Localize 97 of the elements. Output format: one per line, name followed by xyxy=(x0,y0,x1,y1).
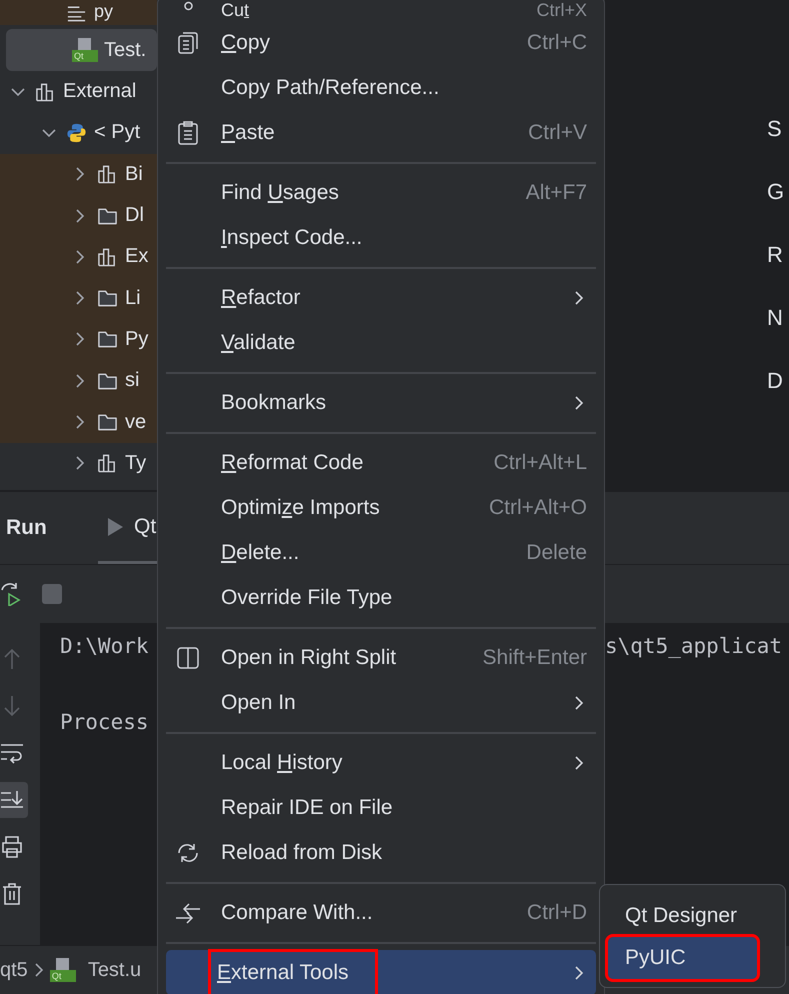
tree-label: Ex xyxy=(125,245,148,268)
shortcut-text: Ctrl+Alt+O xyxy=(488,496,587,520)
tree-item[interactable]: Qt Test. xyxy=(6,29,157,71)
rerun-icon[interactable] xyxy=(0,582,22,606)
tree-item[interactable]: < Pyt xyxy=(0,112,157,154)
menu-item[interactable]: Copy Ctrl+C xyxy=(166,20,596,65)
menu-item[interactable]: Qt Designer xyxy=(608,895,777,937)
copy-icon xyxy=(176,30,198,54)
chevron-right-icon[interactable] xyxy=(74,332,84,346)
chevron-right-icon[interactable] xyxy=(74,208,84,223)
folder-icon xyxy=(97,329,118,350)
tree-label: Li xyxy=(125,286,141,310)
menu-item[interactable]: Bookmarks xyxy=(166,380,596,425)
shortcut-text: Ctrl+C xyxy=(526,30,587,54)
chevron-down-icon[interactable] xyxy=(10,86,24,97)
library-icon xyxy=(97,453,118,474)
tree-item[interactable]: si xyxy=(0,360,157,402)
menu-item[interactable]: Open in Right Split Shift+Enter xyxy=(166,635,596,680)
menu-item[interactable]: Copy Path/Reference... xyxy=(166,65,596,110)
tree-label: ve xyxy=(125,410,146,434)
menu-item[interactable]: Open In xyxy=(166,680,596,725)
tree-label: si xyxy=(125,369,140,392)
menu-item[interactable]: Repair IDE on File xyxy=(166,785,596,830)
tree-label: External xyxy=(63,80,136,104)
shortcut-text: Ctrl+Alt+L xyxy=(494,450,587,474)
shortcut-text: Ctrl+V xyxy=(528,120,587,144)
tree-item[interactable]: Bi xyxy=(0,154,157,195)
print-icon xyxy=(0,835,24,859)
chevron-right-icon[interactable] xyxy=(74,456,84,470)
folder-icon xyxy=(97,412,118,432)
chevron-right-icon[interactable] xyxy=(74,415,84,430)
code-text: S xyxy=(767,116,783,141)
chevron-right-icon[interactable] xyxy=(74,250,84,264)
menu-item[interactable]: Delete... Delete xyxy=(166,530,596,575)
tree-label: Dl xyxy=(125,204,144,228)
menu-item[interactable]: External Tools xyxy=(166,950,596,994)
trash-icon xyxy=(0,882,24,906)
chevron-right-icon[interactable] xyxy=(74,291,84,306)
breadcrumb[interactable]: Test.u xyxy=(88,958,142,982)
shortcut-text: Shift+Enter xyxy=(482,646,587,670)
shortcut-text: Ctrl+X xyxy=(536,1,587,20)
tree-item[interactable]: Ty xyxy=(0,442,157,484)
panel-title: Run xyxy=(6,516,48,540)
shortcut-text: Ctrl+D xyxy=(526,900,587,924)
folder-icon xyxy=(97,206,118,226)
library-icon xyxy=(97,164,118,184)
tree-item[interactable]: Dl xyxy=(0,194,157,236)
tree-label: Test. xyxy=(104,38,146,62)
menu-item[interactable]: Cut Ctrl+X xyxy=(166,1,596,20)
chevron-right-icon xyxy=(34,962,44,978)
chevron-down-icon[interactable] xyxy=(42,128,56,138)
menu-item[interactable]: Reformat Code Ctrl+Alt+L xyxy=(166,440,596,485)
compare-arrows-icon xyxy=(174,900,200,924)
menu-item[interactable]: Reload from Disk xyxy=(166,830,596,875)
folder-icon xyxy=(97,288,118,308)
tree-item[interactable]: External xyxy=(0,71,157,112)
menu-item[interactable]: Compare With... Ctrl+D xyxy=(166,890,596,935)
tree-item[interactable]: Ex xyxy=(0,236,157,278)
console-text: Process xyxy=(60,710,150,734)
split-view-icon xyxy=(176,646,198,668)
menu-item[interactable]: Local History xyxy=(166,740,596,785)
tree-label: Py xyxy=(125,328,148,351)
shortcut-text: Alt+F7 xyxy=(526,180,587,204)
library-icon xyxy=(35,82,56,102)
code-text: G xyxy=(767,179,786,204)
play-icon xyxy=(106,516,124,536)
code-text: R xyxy=(767,242,784,267)
wrap-icon xyxy=(0,741,24,765)
tree-item[interactable]: ve xyxy=(0,401,157,443)
chevron-right-icon[interactable] xyxy=(74,374,84,388)
library-icon xyxy=(97,246,118,267)
tree-label: py xyxy=(94,0,114,22)
tree-item[interactable]: Li xyxy=(0,277,157,319)
menu-item[interactable]: Validate xyxy=(166,320,596,365)
console-text: s\qt5_applicat xyxy=(605,634,784,658)
menu-item[interactable]: Optimize Imports Ctrl+Alt+O xyxy=(166,485,596,530)
breadcrumb[interactable]: qt5 xyxy=(0,958,28,982)
tree-label: Ty xyxy=(125,452,146,475)
menu-item[interactable]: Paste Ctrl+V xyxy=(166,110,596,155)
clipboard-icon xyxy=(176,120,198,146)
tree-label: Bi xyxy=(125,162,143,186)
tree-label: < Pyt xyxy=(94,121,140,144)
console-text: D:\Work xyxy=(60,634,150,658)
tree-item[interactable]: Py xyxy=(0,318,157,360)
chevron-right-icon[interactable] xyxy=(74,167,84,182)
menu-item[interactable]: Find Usages Alt+F7 xyxy=(166,170,596,215)
shortcut-text: Delete xyxy=(526,540,587,564)
menu-item[interactable]: Inspect Code... xyxy=(166,215,596,260)
scroll-end-tool-button[interactable] xyxy=(0,782,28,818)
folder-icon xyxy=(97,370,118,391)
menu-item[interactable]: PyUIC xyxy=(608,937,757,979)
tree-item[interactable]: py xyxy=(0,0,157,25)
menu-item[interactable]: Refactor xyxy=(166,275,596,320)
code-text: N xyxy=(767,305,784,330)
code-text: D xyxy=(767,368,784,393)
menu-item[interactable]: Override File Type xyxy=(166,575,596,620)
python-icon xyxy=(66,122,87,143)
